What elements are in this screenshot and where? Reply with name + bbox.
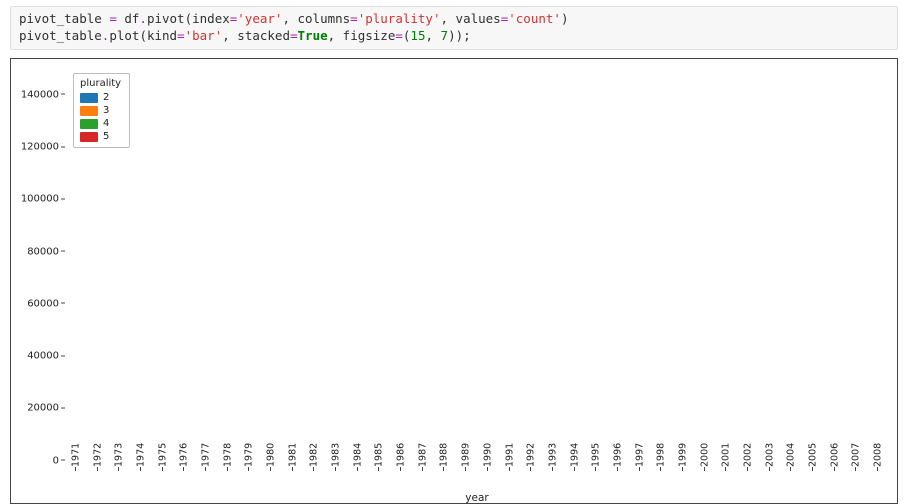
x-tick: 1986 xyxy=(396,442,407,466)
y-tick: 140000 xyxy=(15,89,59,100)
y-tick: 0 xyxy=(15,455,59,466)
legend-item: 3 xyxy=(80,104,121,117)
x-tick: 1980 xyxy=(266,442,277,466)
code-token: 7 xyxy=(441,28,449,43)
y-tick: 120000 xyxy=(15,142,59,153)
x-tick: 1971 xyxy=(70,442,81,466)
x-tick: 1985 xyxy=(374,442,385,466)
x-tick: 1992 xyxy=(526,442,537,466)
y-tick: 100000 xyxy=(15,194,59,205)
x-tick: 1982 xyxy=(309,442,320,466)
x-tick: 1997 xyxy=(634,442,645,466)
code-token: = xyxy=(350,11,358,26)
x-tick: 1977 xyxy=(200,442,211,466)
code-token: , values xyxy=(441,11,501,26)
x-tick: 2002 xyxy=(743,442,754,466)
code-token: , figsize xyxy=(328,28,396,43)
x-tick: 2007 xyxy=(851,442,862,466)
chart-output: 020000400006000080000100000120000140000 … xyxy=(10,58,898,504)
x-tick: 1994 xyxy=(569,442,580,466)
code-token: )) xyxy=(448,28,463,43)
plot-area xyxy=(65,69,889,461)
code-token: . xyxy=(139,11,147,26)
code-token: = xyxy=(109,11,117,26)
code-token: , xyxy=(425,28,440,43)
legend: plurality 2 3 4 5 xyxy=(73,73,130,149)
x-tick: 1974 xyxy=(135,442,146,466)
code-token: = xyxy=(290,28,298,43)
x-tick: 2000 xyxy=(699,442,710,466)
code-token: pivot_table xyxy=(19,28,102,43)
code-cell[interactable]: pivot_table = df.pivot(index='year', col… xyxy=(10,6,898,50)
code-token: 'count' xyxy=(508,11,561,26)
y-tick: 80000 xyxy=(15,246,59,257)
code-token: = xyxy=(395,28,403,43)
x-tick: 1991 xyxy=(504,442,515,466)
legend-swatch-3 xyxy=(80,106,98,116)
code-token: (kind xyxy=(139,28,177,43)
y-axis: 020000400006000080000100000120000140000 xyxy=(11,69,65,461)
x-tick: 2005 xyxy=(808,442,819,466)
x-tick: 1998 xyxy=(656,442,667,466)
code-token: 'bar' xyxy=(185,28,223,43)
legend-label: 4 xyxy=(103,117,109,131)
code-token: , stacked xyxy=(222,28,290,43)
code-token: pivot_table xyxy=(19,11,109,26)
legend-item: 4 xyxy=(80,117,121,130)
x-tick: 2008 xyxy=(873,442,884,466)
x-tick: 1989 xyxy=(461,442,472,466)
code-token: 'plurality' xyxy=(358,11,441,26)
code-token: 'year' xyxy=(237,11,282,26)
legend-swatch-5 xyxy=(80,132,98,142)
y-tick: 40000 xyxy=(15,351,59,362)
code-token: (index xyxy=(185,11,230,26)
x-tick: 1999 xyxy=(678,442,689,466)
code-token: pivot xyxy=(147,11,185,26)
x-tick: 1978 xyxy=(222,442,233,466)
x-tick: 1990 xyxy=(482,442,493,466)
legend-label: 5 xyxy=(103,130,109,144)
x-tick: 1988 xyxy=(439,442,450,466)
legend-item: 2 xyxy=(80,91,121,104)
x-tick: 1976 xyxy=(179,442,190,466)
notebook-page: pivot_table = df.pivot(index='year', col… xyxy=(0,0,908,502)
y-tick: 20000 xyxy=(15,403,59,414)
x-tick: 1981 xyxy=(287,442,298,466)
code-token: True xyxy=(298,28,328,43)
code-token: df xyxy=(117,11,140,26)
x-tick: 1975 xyxy=(157,442,168,466)
x-tick: 2004 xyxy=(786,442,797,466)
x-tick: 2003 xyxy=(764,442,775,466)
code-token: 15 xyxy=(410,28,425,43)
x-tick: 2006 xyxy=(829,442,840,466)
code-token: ) xyxy=(561,11,569,26)
x-tick: 2001 xyxy=(721,442,732,466)
code-token: plot xyxy=(109,28,139,43)
legend-swatch-2 xyxy=(80,93,98,103)
x-tick: 1973 xyxy=(114,442,125,466)
legend-item: 5 xyxy=(80,130,121,143)
x-tick: 1996 xyxy=(612,442,623,466)
legend-swatch-4 xyxy=(80,119,98,129)
code-token: , columns xyxy=(282,11,350,26)
x-tick: 1987 xyxy=(417,442,428,466)
x-tick: 1979 xyxy=(244,442,255,466)
x-tick: 1984 xyxy=(352,442,363,466)
y-tick: 60000 xyxy=(15,298,59,309)
x-tick: 1972 xyxy=(92,442,103,466)
code-token: ; xyxy=(463,28,471,43)
x-axis: year 19711972197319741975197619771978197… xyxy=(65,461,889,503)
legend-label: 3 xyxy=(103,104,109,118)
x-tick: 1993 xyxy=(547,442,558,466)
code-token: = xyxy=(177,28,185,43)
legend-title: plurality xyxy=(80,77,121,91)
x-tick: 1995 xyxy=(591,442,602,466)
legend-label: 2 xyxy=(103,91,109,105)
x-tick: 1983 xyxy=(331,442,342,466)
bar-container xyxy=(65,69,889,461)
